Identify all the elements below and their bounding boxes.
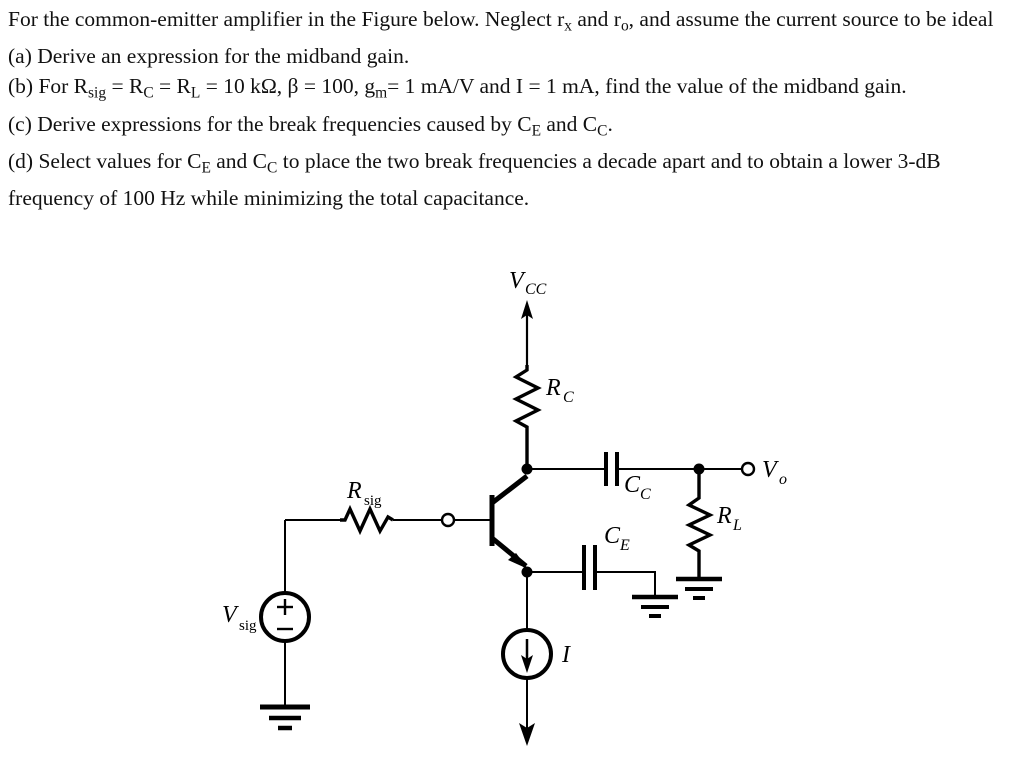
problem-statement: For the common-emitter amplifier in the … xyxy=(8,4,1016,213)
rsig-label-sub: sig xyxy=(364,493,382,509)
resistor-rc xyxy=(512,365,542,469)
intro-sub-ro: o xyxy=(620,17,629,35)
cc-label-sub: C xyxy=(640,486,651,503)
node-collector xyxy=(521,463,533,475)
part-d-text-a: (d) Select values for C xyxy=(8,148,202,173)
part-b-sub-c: C xyxy=(143,84,154,102)
resistor-rl xyxy=(685,469,714,577)
ground-rl xyxy=(676,576,722,600)
part-d-text-b: and C xyxy=(210,148,268,173)
problem-part-c: (c) Derive expressions for the break fre… xyxy=(8,109,1016,146)
part-c-sub-c: C xyxy=(597,121,608,139)
rl-label: R xyxy=(716,503,732,529)
ground-ce xyxy=(632,594,678,618)
rl-label-sub: L xyxy=(732,517,742,534)
capacitor-ce xyxy=(582,545,597,590)
part-d-sub-e: E xyxy=(201,159,211,177)
intro-sub-rx: x xyxy=(564,17,572,35)
vsig-label-sub: sig xyxy=(239,618,257,634)
part-b-text-b: = R xyxy=(106,74,144,99)
part-b-text-e: = 1 mA/V and I = 1 mA, find the value of… xyxy=(387,74,907,99)
resistor-rsig xyxy=(340,504,394,536)
part-c-sub-e: E xyxy=(531,121,542,139)
part-b-sub-sig: sig xyxy=(88,84,107,102)
ground-vsig xyxy=(260,704,310,731)
part-c-text-c: . xyxy=(607,111,613,136)
part-b-text-a: (b) For R xyxy=(8,74,89,99)
problem-part-a: (a) Derive an expression for the midband… xyxy=(8,44,410,69)
ce-label: C xyxy=(604,523,621,549)
current-source-label: I xyxy=(561,642,571,668)
part-c-text-a: (c) Derive expressions for the break fre… xyxy=(8,111,532,136)
capacitor-cc xyxy=(604,452,619,486)
rc-label-sub: C xyxy=(563,389,574,406)
vcc-label: V xyxy=(509,268,526,294)
cc-label: C xyxy=(624,472,641,498)
voltage-source-vsig xyxy=(259,591,311,643)
rc-label: R xyxy=(545,375,561,401)
vo-label: V xyxy=(762,457,779,483)
part-d-sub-c: C xyxy=(267,159,278,177)
part-b-sub-l: L xyxy=(190,84,201,102)
intro-text-c: , and assume the current source to be id… xyxy=(628,7,994,31)
problem-intro: For the common-emitter amplifier in the … xyxy=(8,4,1016,41)
circuit-diagram: V CC R C C C V o R L C E I R sig V sig xyxy=(0,255,1024,778)
ce-label-sub: E xyxy=(619,537,630,554)
current-source-i xyxy=(501,628,553,680)
vo-label-sub: o xyxy=(779,471,787,488)
intro-text-a: For the common-emitter amplifier in the … xyxy=(8,7,565,31)
intro-text-b: and r xyxy=(571,7,621,31)
vsig-label: V xyxy=(222,602,239,628)
problem-part-d: (d) Select values for CE and CC to place… xyxy=(8,146,1016,213)
part-b-text-c: = R xyxy=(153,74,191,99)
rsig-label: R xyxy=(346,478,362,504)
base-input-terminal[interactable] xyxy=(440,512,456,528)
supply-rail-vcc xyxy=(521,300,533,365)
output-terminal-vo[interactable] xyxy=(740,461,756,477)
problem-part-b: (b) For Rsig = RC = RL = 10 kΩ, β = 100,… xyxy=(8,71,1016,108)
part-b-text-d: = 10 kΩ, β = 100, g xyxy=(200,74,376,99)
transistor-npn-q1 xyxy=(455,474,529,569)
vcc-label-sub: CC xyxy=(525,281,547,298)
part-c-text-b: and C xyxy=(541,111,598,136)
part-b-sub-m: m xyxy=(375,84,388,102)
